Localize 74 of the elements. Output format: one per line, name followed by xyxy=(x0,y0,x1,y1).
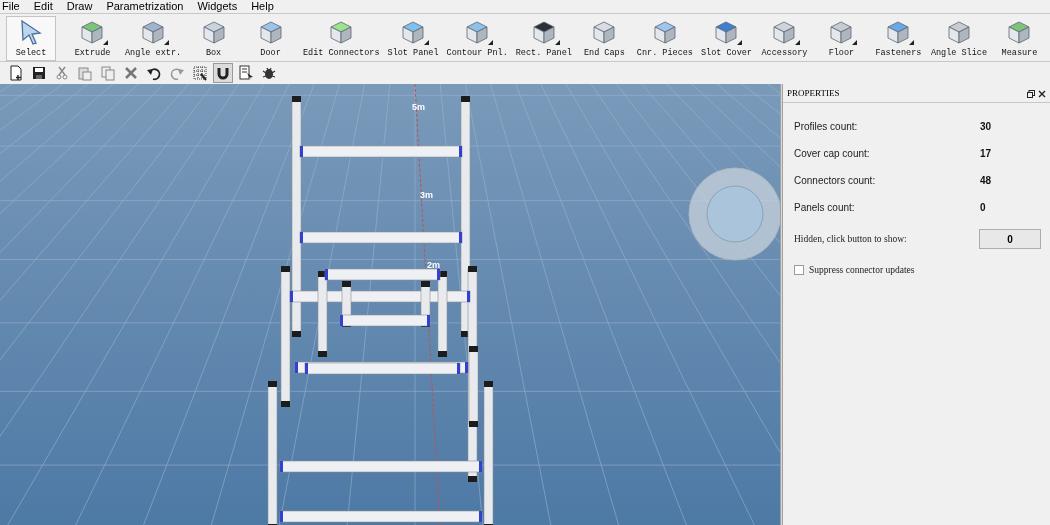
panel-title: PROPERTIES xyxy=(787,87,840,101)
tool-button[interactable]: Floor xyxy=(812,16,870,61)
redo-icon xyxy=(169,65,185,81)
show-hidden-button[interactable]: 0 xyxy=(979,229,1041,249)
cube-icon xyxy=(464,19,491,45)
tool-button[interactable]: Measure xyxy=(991,16,1048,61)
checkbox[interactable] xyxy=(794,265,804,276)
tool-button[interactable]: Accessory xyxy=(755,16,813,61)
menu-item[interactable]: Help xyxy=(251,0,274,13)
cube-icon xyxy=(200,19,227,45)
tool-button[interactable]: Box xyxy=(185,16,243,61)
cube-icon xyxy=(530,19,557,45)
cube-icon xyxy=(1006,19,1033,45)
document-cursor-icon xyxy=(238,65,254,81)
property-value: 48 xyxy=(980,174,992,188)
checkbox-label: Suppress connector updates xyxy=(809,264,915,277)
tool-button[interactable]: Angle Slice xyxy=(926,16,991,61)
cube-icon xyxy=(328,19,355,45)
property-value: 17 xyxy=(980,147,992,161)
distance-label: 3m xyxy=(420,190,433,200)
arrow-cursor-icon xyxy=(18,19,44,45)
tool-button[interactable]: Contour Pnl. xyxy=(442,16,512,61)
tool-button[interactable]: Rect. Panel xyxy=(511,16,576,61)
menu-item[interactable]: Edit xyxy=(33,0,53,13)
tool-button[interactable]: Slot Cover xyxy=(696,16,756,61)
new-document-icon xyxy=(8,65,24,81)
property-label: Panels count: xyxy=(794,201,856,215)
property-label: Connectors count: xyxy=(794,174,877,188)
horseshoe-icon xyxy=(215,65,231,81)
cube-icon xyxy=(79,19,106,45)
aluminum-frame-drawing[interactable] xyxy=(267,96,494,525)
3d-viewport[interactable] xyxy=(0,84,780,525)
property-value: 0 xyxy=(980,201,986,215)
menu-item[interactable]: Widgets xyxy=(197,0,238,13)
bug-icon xyxy=(261,65,277,81)
property-value: 30 xyxy=(980,120,992,134)
property-label: Cover cap count: xyxy=(794,147,871,161)
distance-label: 2m xyxy=(427,260,440,270)
tool-button[interactable]: Edit Connectors xyxy=(299,16,384,61)
toolbar-button[interactable] xyxy=(190,63,210,83)
cube-icon xyxy=(945,19,972,45)
toolbar-button[interactable] xyxy=(213,63,233,83)
tool-button[interactable]: Select xyxy=(6,16,56,61)
copy-icon xyxy=(100,65,116,81)
tool-button[interactable]: Angle extr. xyxy=(120,16,186,61)
tool-button[interactable]: Cnr. Pieces xyxy=(632,16,697,61)
property-label: Profiles count: xyxy=(794,120,859,134)
cube-icon xyxy=(771,19,798,45)
cube-icon xyxy=(140,19,166,45)
cube-icon xyxy=(400,19,427,45)
menu-item[interactable]: File xyxy=(2,0,20,13)
tool-button[interactable]: End Caps xyxy=(575,16,633,61)
close-icon[interactable] xyxy=(1038,90,1046,98)
property-label: Hidden, click button to show: xyxy=(794,232,907,246)
save-icon xyxy=(31,65,47,81)
menu-item[interactable]: Draw xyxy=(66,0,93,13)
cube-icon xyxy=(257,19,284,45)
cube-icon xyxy=(828,19,855,45)
clipboard-icon xyxy=(77,65,93,81)
tool-button[interactable]: Door xyxy=(242,16,299,61)
cube-icon xyxy=(591,19,618,45)
tool-button[interactable]: Extrude xyxy=(64,16,121,61)
cube-icon xyxy=(713,19,740,45)
float-window-icon[interactable] xyxy=(1027,90,1035,98)
tool-button[interactable]: Fasteners xyxy=(869,16,927,61)
tool-button[interactable]: Slot Panel xyxy=(383,16,443,61)
menu-item[interactable]: Parametrization xyxy=(106,0,184,13)
cube-icon xyxy=(885,19,912,45)
delete-icon xyxy=(123,65,139,81)
scissors-icon xyxy=(54,65,70,81)
undo-icon xyxy=(146,65,162,81)
cube-icon xyxy=(651,19,678,45)
grid-icon xyxy=(192,65,208,81)
distance-label: 5m xyxy=(412,102,425,112)
